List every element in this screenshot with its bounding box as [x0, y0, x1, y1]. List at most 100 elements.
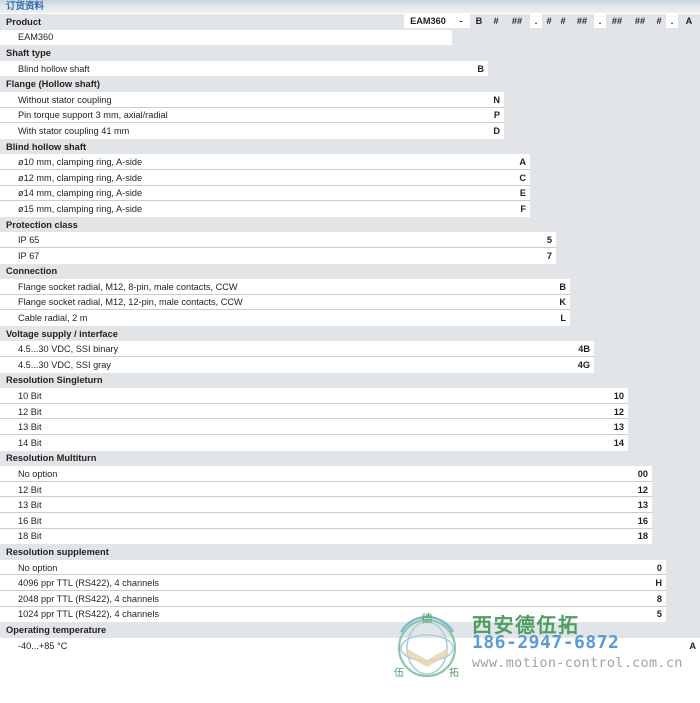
option-row[interactable]: ø12 mm, clamping ring, A-side C [0, 170, 700, 186]
group-title: Resolution Multiturn [6, 451, 96, 467]
option-row[interactable]: 13 Bit13 [0, 419, 700, 435]
option-row[interactable]: No option 0 [0, 560, 700, 576]
option-row[interactable]: EAM360 [0, 30, 700, 46]
option-row[interactable]: Blind hollow shaftB [0, 61, 700, 77]
option-label: Flange socket radial, M12, 12-pin, male … [18, 295, 243, 311]
svg-text:伍: 伍 [394, 667, 404, 679]
option-code: A [490, 154, 530, 170]
option-code: C [490, 170, 530, 186]
option-row[interactable]: 16 Bit16 [0, 513, 700, 529]
group-title: Resolution Singleturn [6, 373, 103, 389]
option-row-panel [0, 482, 652, 498]
option-row[interactable]: IP 677 [0, 248, 700, 264]
option-row-panel [0, 513, 652, 529]
option-label: 12 Bit [18, 404, 42, 420]
order-code-segment: ## [606, 14, 628, 28]
option-label: Pin torque support 3 mm, axial/radial [18, 108, 168, 124]
option-label: Without stator coupling [18, 92, 111, 108]
option-row-panel [0, 30, 452, 46]
option-label: Cable radial, 2 m [18, 310, 87, 326]
option-label: 12 Bit [18, 482, 42, 498]
group-title-row: Blind hollow shaft [0, 139, 700, 155]
group-title-row: Operating temperature [0, 622, 700, 638]
option-row[interactable]: 4096 ppr TTL (RS422), 4 channelsH [0, 575, 700, 591]
group-title: Resolution supplement [6, 544, 109, 560]
option-code: P [464, 108, 504, 124]
option-code: E [490, 186, 530, 202]
group-title-row: Connection [0, 264, 700, 280]
option-code: 00 [612, 466, 652, 482]
order-code-segment: EAM360 [404, 14, 452, 28]
group-title: Shaft type [6, 45, 51, 61]
option-row[interactable]: ø14 mm, clamping ring, A-side E [0, 186, 700, 202]
watermark-url: www.motion-control.com.cn [472, 655, 683, 671]
option-row[interactable]: 12 Bit12 [0, 404, 700, 420]
option-label: EAM360 [18, 30, 53, 46]
group-title-row: Resolution Singleturn [0, 373, 700, 389]
option-row[interactable]: -40...+85 °CA [0, 638, 700, 654]
order-code-segment: # [488, 14, 504, 28]
option-row[interactable]: 14 Bit 14 [0, 435, 700, 451]
option-code: 4G [554, 357, 594, 373]
option-row[interactable]: 12 Bit 12 [0, 482, 700, 498]
option-label: 14 Bit [18, 435, 42, 451]
option-label: 2048 ppr TTL (RS422), 4 channels [18, 591, 159, 607]
option-label: Flange socket radial, M12, 8-pin, male c… [18, 279, 238, 295]
option-label: 13 Bit [18, 497, 42, 513]
option-code: 14 [588, 435, 628, 451]
option-code: 13 [588, 419, 628, 435]
option-row[interactable]: 4.5...30 VDC, SSI gray4G [0, 357, 700, 373]
option-row[interactable]: IP 65 5 [0, 232, 700, 248]
option-code: 4B [554, 341, 594, 357]
group-title: Operating temperature [6, 622, 106, 638]
option-row-panel [0, 497, 652, 513]
option-label: 4.5...30 VDC, SSI binary [18, 341, 118, 357]
section-tab-bar: 订货资料 [0, 0, 700, 13]
order-code-segment: A [678, 14, 700, 28]
option-row-panel [0, 435, 628, 451]
option-row[interactable]: ø10 mm, clamping ring, A-side A [0, 154, 700, 170]
group-title-row: Flange (Hollow shaft) [0, 76, 700, 92]
option-row[interactable]: Flange socket radial, M12, 12-pin, male … [0, 295, 700, 311]
option-row[interactable]: 13 Bit13 [0, 497, 700, 513]
option-code: 12 [612, 482, 652, 498]
option-code: B [448, 61, 488, 77]
option-code: F [490, 201, 530, 217]
option-row-panel [0, 560, 666, 576]
option-row[interactable]: 4.5...30 VDC, SSI binary 4B [0, 341, 700, 357]
option-row[interactable]: 1024 ppr TTL (RS422), 4 channels5 [0, 607, 700, 623]
option-row[interactable]: 2048 ppr TTL (RS422), 4 channels8 [0, 591, 700, 607]
option-row[interactable]: ø15 mm, clamping ring, A-side F [0, 201, 700, 217]
option-label: No option [18, 560, 57, 576]
option-label: IP 65 [18, 232, 39, 248]
option-row[interactable]: Flange socket radial, M12, 8-pin, male c… [0, 279, 700, 295]
option-row[interactable]: 18 Bit18 [0, 529, 700, 545]
option-code: 0 [626, 560, 666, 576]
option-row[interactable]: Without stator coupling N [0, 92, 700, 108]
order-code-segment: # [652, 14, 666, 28]
order-code-segment: B [470, 14, 488, 28]
option-label: ø14 mm, clamping ring, A-side [18, 186, 142, 202]
option-label: -40...+85 °C [18, 638, 67, 654]
option-row[interactable]: Cable radial, 2 m L [0, 310, 700, 326]
order-code-header: EAM360-B###.####.#####.A [0, 14, 700, 28]
option-row[interactable]: No option00 [0, 466, 700, 482]
order-code-segment: . [594, 14, 606, 28]
option-code: K [530, 295, 570, 311]
option-code: 5 [516, 232, 556, 248]
option-row[interactable]: With stator coupling 41 mmD [0, 123, 700, 139]
option-code: L [530, 310, 570, 326]
option-code: 5 [626, 607, 666, 623]
option-row-panel [0, 638, 700, 654]
group-title-row: Protection class [0, 217, 700, 233]
option-label: ø12 mm, clamping ring, A-side [18, 170, 142, 186]
option-code: N [464, 92, 504, 108]
group-title-row: Resolution Multiturn [0, 451, 700, 467]
option-label: ø10 mm, clamping ring, A-side [18, 154, 142, 170]
option-label: ø15 mm, clamping ring, A-side [18, 201, 142, 217]
option-row[interactable]: Pin torque support 3 mm, axial/radial P [0, 108, 700, 124]
option-row[interactable]: 10 Bit10 [0, 388, 700, 404]
option-code: 7 [516, 248, 556, 264]
option-row-panel [0, 529, 652, 545]
option-code: 16 [612, 513, 652, 529]
